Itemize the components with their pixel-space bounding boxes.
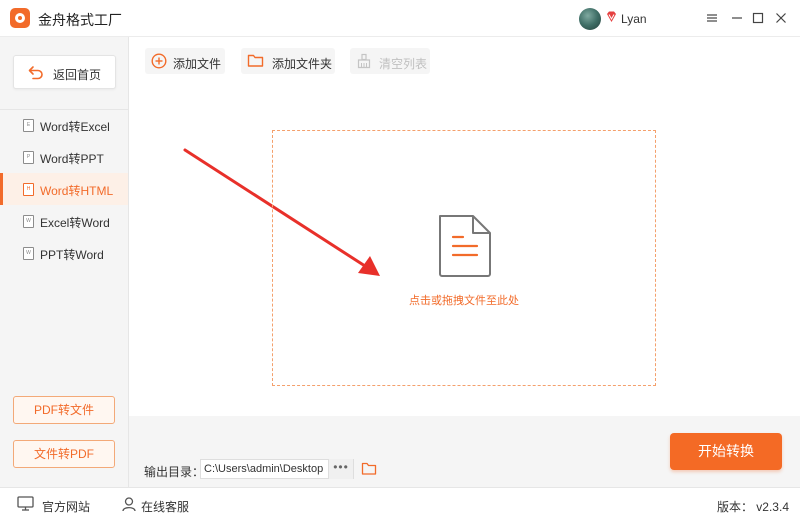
vip-diamond-icon (607, 11, 616, 22)
online-support-link[interactable]: 在线客服 (141, 498, 189, 515)
monitor-icon (17, 496, 34, 511)
clear-list-button[interactable]: 清空列表 (350, 48, 430, 74)
close-icon[interactable] (774, 11, 788, 25)
word-doc-icon: W (23, 247, 34, 260)
output-dir-label: 输出目录： (144, 465, 205, 479)
user-avatar[interactable] (579, 8, 601, 30)
file-to-pdf-button[interactable]: 文件转PDF (13, 440, 115, 468)
status-bar: 官方网站 在线客服 版本： v2.3.4 (0, 487, 800, 521)
html-doc-icon: H (23, 183, 34, 196)
back-home-label: 返回首页 (53, 68, 102, 82)
open-folder-icon[interactable] (361, 461, 377, 476)
add-file-button[interactable]: 添加文件 (145, 48, 225, 74)
title-bar: 金舟格式工厂 Lyan (0, 0, 800, 37)
start-convert-button[interactable]: 开始转换 (670, 433, 782, 470)
clear-list-label: 清空列表 (379, 57, 428, 71)
user-name[interactable]: Lyan (621, 12, 647, 26)
sidebar-item-label: Excel转Word (40, 216, 110, 230)
maximize-icon[interactable] (751, 11, 765, 25)
sidebar: 返回首页 E Word转Excel P Word转PPT H Word转HTML… (0, 37, 129, 487)
add-folder-label: 添加文件夹 (272, 57, 333, 71)
file-drop-zone[interactable]: 点击或拖拽文件至此处 (272, 130, 656, 386)
sidebar-item-label: Word转PPT (40, 152, 104, 166)
browse-more-button[interactable]: ••• (328, 459, 353, 479)
app-logo-icon (10, 8, 30, 28)
sidebar-item-word-to-html[interactable]: H Word转HTML (0, 173, 128, 205)
add-folder-button[interactable]: 添加文件夹 (241, 48, 335, 74)
drop-zone-hint: 点击或拖拽文件至此处 (409, 295, 519, 307)
pdf-to-file-button[interactable]: PDF转文件 (13, 396, 115, 424)
sidebar-item-label: PPT转Word (40, 248, 104, 262)
minimize-icon[interactable] (730, 11, 744, 25)
excel-doc-icon: E (23, 119, 34, 132)
back-arrow-icon (28, 66, 43, 80)
sidebar-item-ppt-to-word[interactable]: W PPT转Word (0, 237, 128, 269)
back-home-button[interactable]: 返回首页 (13, 55, 116, 89)
output-path-value: C:\Users\admin\Desktop (204, 463, 324, 475)
ppt-doc-icon: P (23, 151, 34, 164)
add-file-label: 添加文件 (173, 57, 222, 71)
sidebar-item-word-to-ppt[interactable]: P Word转PPT (0, 141, 128, 173)
sidebar-item-label: Word转HTML (40, 184, 114, 198)
document-icon (439, 215, 491, 277)
sidebar-item-excel-to-word[interactable]: W Excel转Word (0, 205, 128, 237)
word-doc-icon: W (23, 215, 34, 228)
official-site-link[interactable]: 官方网站 (42, 498, 90, 515)
output-panel: 输出目录： C:\Users\admin\Desktop ••• 开始转换 (129, 416, 800, 487)
version-label: 版本： v2.3.4 (716, 500, 789, 514)
folder-icon (247, 54, 264, 67)
broom-icon (357, 53, 371, 69)
add-circle-icon (151, 53, 167, 69)
customer-service-icon (122, 497, 136, 512)
sidebar-item-label: Word转Excel (40, 120, 110, 134)
sidebar-item-word-to-excel[interactable]: E Word转Excel (0, 109, 128, 141)
menu-icon[interactable] (705, 11, 719, 25)
app-title: 金舟格式工厂 (38, 12, 122, 28)
